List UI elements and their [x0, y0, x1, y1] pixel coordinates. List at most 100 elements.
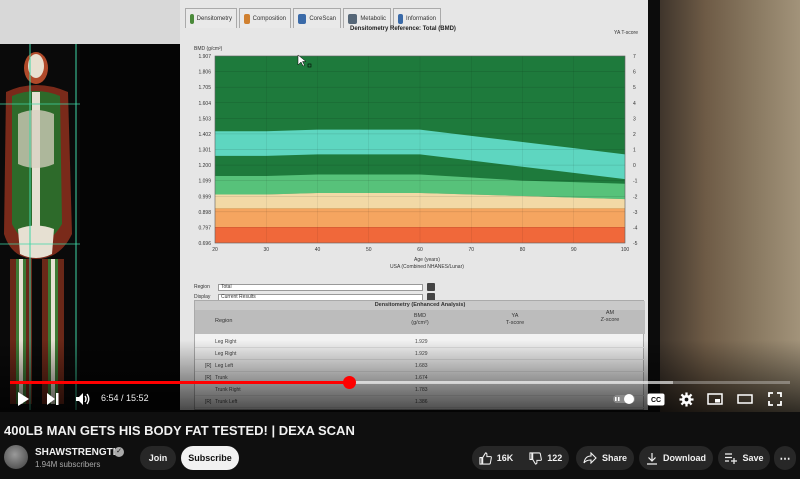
- cc-icon: CC: [647, 393, 665, 405]
- channel-avatar[interactable]: [4, 445, 28, 469]
- more-icon: ⋯: [779, 452, 791, 465]
- corescan-icon: [298, 13, 307, 24]
- gear-icon: [678, 391, 694, 407]
- x-tick-label: 90: [571, 247, 577, 253]
- composition-icon: [244, 13, 250, 24]
- miniplayer-button[interactable]: [706, 391, 724, 407]
- table-header: Region BMD (g/cm²) YA T-score AM Z-score: [195, 310, 645, 334]
- fullscreen-button[interactable]: [766, 391, 784, 407]
- y-tick-label: 1.301: [198, 148, 211, 154]
- y2-tick-label: 4: [633, 101, 636, 107]
- chart-unit-right: YA T-score: [614, 30, 638, 36]
- y2-tick-label: 3: [633, 116, 636, 122]
- captions-button[interactable]: CC: [646, 391, 666, 407]
- subscribe-label: Subscribe: [188, 453, 232, 463]
- y-tick-label: 0.999: [198, 194, 211, 200]
- play-button[interactable]: [14, 391, 32, 407]
- like-count: 16K: [496, 453, 514, 463]
- th-ya: YA T-score: [495, 313, 535, 327]
- y2-tick-label: 6: [633, 70, 636, 76]
- thumbs-down-icon: [529, 451, 543, 465]
- tab-metabolic[interactable]: Metabolic: [343, 8, 391, 28]
- tab-densitometry[interactable]: Densitometry: [185, 8, 237, 28]
- bone-icon: [190, 13, 194, 24]
- y-tick-label: 1.705: [198, 85, 211, 91]
- like-button[interactable]: 16K: [471, 451, 522, 465]
- next-button[interactable]: [44, 391, 62, 407]
- volume-icon: [76, 393, 90, 405]
- skip-next-icon: [47, 393, 59, 405]
- th-ya-sub: T-score: [505, 320, 525, 326]
- more-actions-button[interactable]: ⋯: [774, 446, 796, 470]
- y2-tick-label: -5: [633, 241, 638, 247]
- y-tick-label: 1.402: [198, 132, 211, 138]
- y-tick-label: 0.797: [198, 225, 211, 231]
- tab-information[interactable]: Information: [393, 8, 441, 28]
- thumbs-up-icon: [479, 451, 492, 465]
- region-dropdown-icon[interactable]: [427, 283, 435, 291]
- y-tick-label: 1.907: [198, 54, 211, 60]
- video-title: 400LB MAN GETS HIS BODY FAT TESTED! | DE…: [4, 423, 355, 438]
- play-icon: [18, 392, 29, 406]
- th-bmd: BMD (g/cm²): [400, 313, 440, 327]
- duration: 15:52: [126, 393, 149, 403]
- settings-button[interactable]: [677, 391, 695, 407]
- subscribe-button[interactable]: Subscribe: [181, 446, 239, 470]
- video-player[interactable]: Densitometry Composition CoreScan Metabo…: [0, 0, 800, 412]
- time-separator: /: [118, 393, 127, 403]
- tab-corescan[interactable]: CoreScan: [293, 8, 341, 28]
- y-tick-label: 1.099: [198, 179, 211, 185]
- info-icon: [398, 13, 403, 24]
- x-tick-label: 20: [212, 247, 218, 253]
- dislike-button[interactable]: 122: [521, 451, 570, 465]
- x-axis-sublabel: USA (Combined NHANES/Lunar): [390, 264, 464, 270]
- y2-tick-label: -4: [633, 225, 638, 231]
- tab-composition[interactable]: Composition: [239, 8, 291, 28]
- table-title: Densitometry (Enhanced Analysis): [195, 301, 645, 310]
- subscriber-count: 1.94M subscribers: [35, 460, 101, 469]
- region-value[interactable]: Total: [218, 283, 423, 291]
- y-tick-label: 1.200: [198, 163, 211, 169]
- x-tick-label: 80: [520, 247, 526, 253]
- share-label: Share: [601, 453, 627, 463]
- y2-tick-label: -1: [633, 179, 638, 185]
- y2-tick-label: 2: [633, 132, 636, 138]
- th-ya-label: YA: [511, 313, 519, 319]
- autoplay-toggle-icon: [613, 394, 635, 404]
- download-icon: [647, 452, 657, 465]
- current-time: 6:54: [101, 393, 119, 403]
- verified-check-icon: ✓: [114, 447, 124, 457]
- cc-label: CC: [651, 397, 661, 404]
- region-label: Region: [194, 284, 210, 290]
- share-icon: [583, 452, 597, 464]
- y-tick-label: 0.898: [198, 210, 211, 216]
- save-button[interactable]: Save: [718, 446, 770, 470]
- th-am: AM Z-score: [590, 310, 630, 324]
- download-label: Download: [663, 453, 706, 463]
- y2-tick-label: -2: [633, 194, 638, 200]
- y2-tick-label: 1: [633, 148, 636, 154]
- miniplayer-icon: [707, 393, 723, 405]
- y2-tick-label: 5: [633, 85, 636, 91]
- th-bmd-unit: (g/cm²): [411, 320, 429, 326]
- theater-mode-button[interactable]: [736, 391, 754, 407]
- save-label: Save: [742, 453, 764, 463]
- progress-played: [10, 381, 350, 384]
- region-selector[interactable]: Region Total: [194, 283, 435, 291]
- like-dislike-group: 16K 122: [472, 446, 569, 470]
- chart-title: Densitometry Reference: Total (BMD): [350, 26, 456, 32]
- y-tick-label: 1.806: [198, 70, 211, 76]
- y-tick-label: 1.503: [198, 116, 211, 122]
- y-tick-label: 1.604: [198, 101, 211, 107]
- mute-button[interactable]: [74, 391, 92, 407]
- x-tick-label: 50: [366, 247, 372, 253]
- metabolic-icon: [348, 13, 358, 24]
- share-button[interactable]: Share: [576, 446, 634, 470]
- x-tick-label: 100: [621, 247, 630, 253]
- y2-tick-label: -3: [633, 210, 638, 216]
- join-button[interactable]: Join: [140, 446, 176, 470]
- channel-name[interactable]: SHAWSTRENGTH: [35, 447, 120, 458]
- fullscreen-icon: [768, 392, 782, 406]
- autoplay-toggle[interactable]: [612, 391, 636, 407]
- download-button[interactable]: Download: [639, 446, 713, 470]
